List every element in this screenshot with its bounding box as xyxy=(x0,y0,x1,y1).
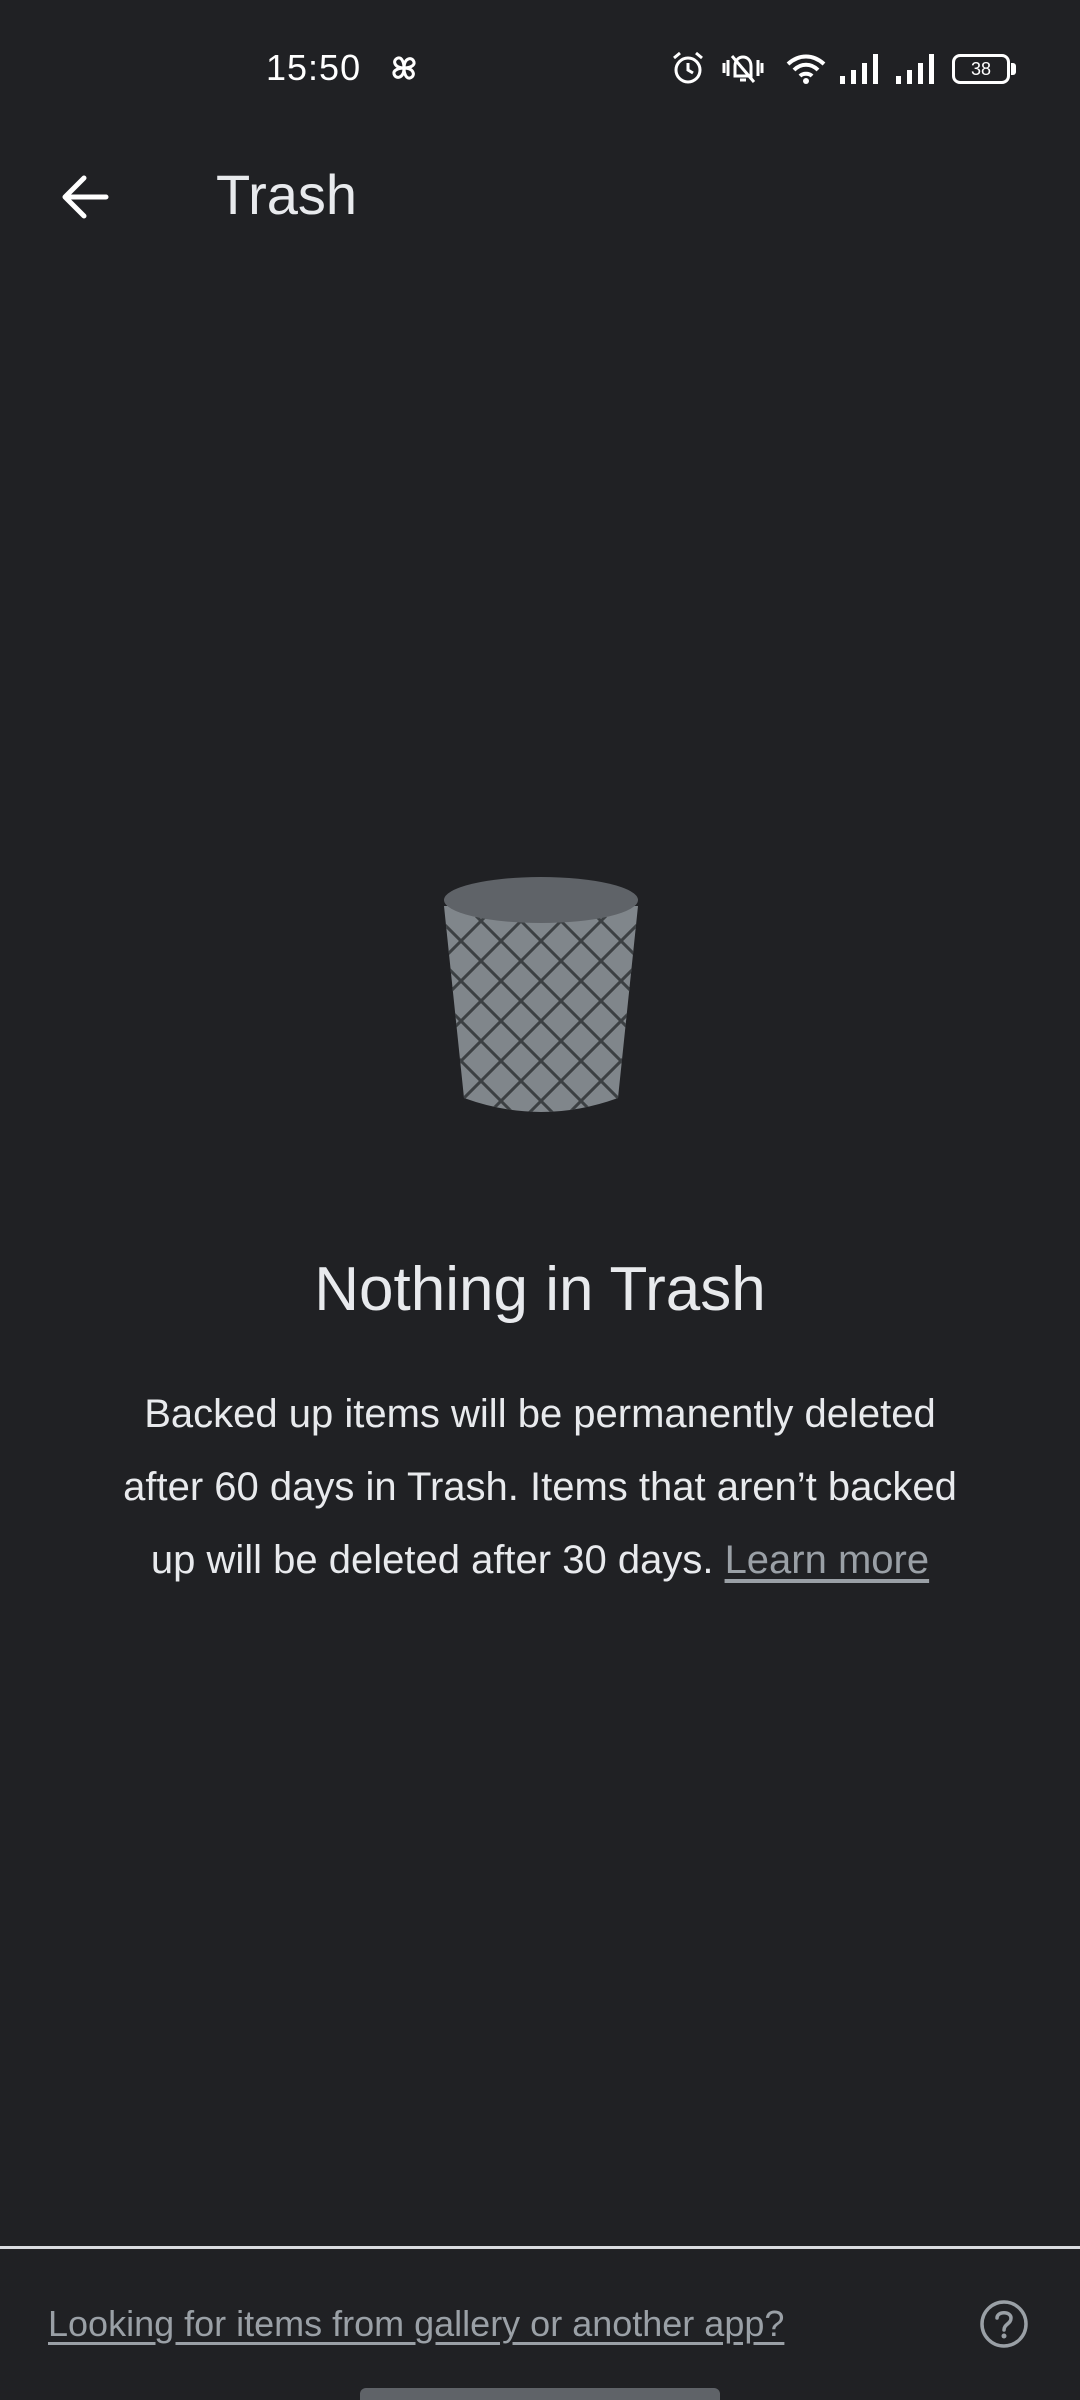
learn-more-link[interactable]: Learn more xyxy=(725,1538,930,1582)
battery-indicator: 38 xyxy=(952,54,1010,84)
gesture-nav-handle[interactable] xyxy=(360,2388,720,2400)
wifi-icon xyxy=(786,54,826,84)
footer-divider xyxy=(0,2246,1080,2249)
signal-icon xyxy=(896,54,934,84)
empty-state-message: Backed up items will be permanently dele… xyxy=(120,1378,960,1597)
battery-tip xyxy=(1011,63,1016,75)
signal-icon xyxy=(840,54,878,84)
status-bar: 15:50 38 xyxy=(0,0,1080,140)
empty-state-title: Nothing in Trash xyxy=(314,1255,766,1324)
arrow-back-icon xyxy=(62,175,109,219)
trash-bin-icon xyxy=(444,877,638,1112)
gallery-items-link[interactable]: Looking for items from gallery or anothe… xyxy=(48,2296,784,2352)
pinwheel-icon xyxy=(392,56,416,80)
app-bar xyxy=(0,140,1080,250)
help-circle-icon[interactable] xyxy=(978,2298,1030,2350)
alarm-icon xyxy=(673,51,703,84)
back-button[interactable] xyxy=(40,152,130,242)
vibrate-silent-icon xyxy=(722,55,764,83)
status-time: 15:50 xyxy=(266,47,362,88)
page-title: Trash xyxy=(216,163,358,226)
